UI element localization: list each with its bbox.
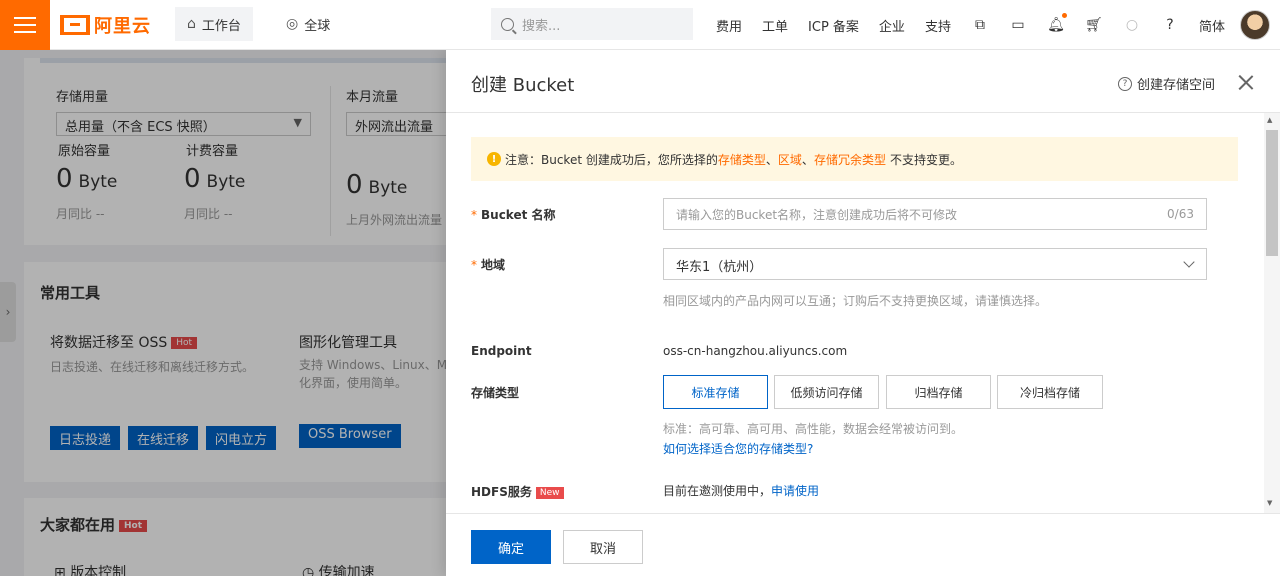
search-input[interactable]: 搜索... — [491, 8, 693, 40]
bucket-name-label: * Bucket 名称 — [471, 208, 556, 222]
warning-icon: ! — [487, 152, 501, 166]
workbench-button[interactable]: ⌂ 工作台 — [175, 7, 253, 41]
notice-separator: 、 — [801, 152, 814, 167]
hdfs-apply-link[interactable]: 申请使用 — [771, 484, 819, 498]
create-bucket-drawer: 创建 Bucket ? 创建存储空间 ! 注意：Bucket 创建成功后，您所选… — [446, 50, 1280, 576]
support-link[interactable]: 支持 — [925, 16, 951, 35]
logo-mark-icon — [60, 15, 90, 35]
drawer-header: 创建 Bucket ? 创建存储空间 — [446, 50, 1280, 113]
notice-prefix: 注意：Bucket 创建成功后，您所选择的 — [505, 152, 718, 167]
storage-type-hint: 标准：高可靠、高可用、高性能，数据会经常被访问到。 — [663, 422, 964, 436]
notice-banner: ! 注意：Bucket 创建成功后，您所选择的 存储类型 、 区域 、 存储冗余… — [471, 137, 1238, 181]
notice-separator: 、 — [765, 152, 778, 167]
storage-type-label: 存储类型 — [471, 386, 520, 400]
storage-type-standard[interactable]: 标准存储 — [663, 375, 768, 409]
notice-storage-type: 存储类型 — [717, 152, 766, 167]
new-badge: New — [535, 486, 564, 499]
scrollbar-thumb[interactable] — [1266, 130, 1278, 256]
notice-suffix: 不支持变更。 — [889, 152, 962, 167]
region-value: 华东1（杭州） — [676, 260, 763, 275]
top-links: 费用 工单 ICP 备案 企业 支持 ⧉ ▭ 🔔︎ 🛒︎ ○ ? 简体 — [716, 0, 1245, 50]
workbench-label: 工作台 — [201, 18, 241, 34]
global-button[interactable]: ◎ 全球 — [274, 7, 342, 41]
home-icon: ⌂ — [187, 16, 196, 32]
avatar[interactable] — [1240, 10, 1270, 40]
help-link-label: 创建存储空间 — [1137, 78, 1216, 93]
storage-type-ia[interactable]: 低频访问存储 — [774, 375, 879, 409]
notification-dot — [1061, 13, 1067, 18]
logo-text: 阿里云 — [94, 16, 151, 37]
help-icon[interactable]: ? — [1161, 16, 1179, 34]
bulb-icon[interactable]: ○ — [1123, 16, 1141, 34]
close-icon[interactable] — [1238, 74, 1254, 90]
chevron-down-icon — [1183, 256, 1195, 268]
terminal-icon[interactable]: ▭ — [1009, 16, 1027, 34]
region-hint: 相同区域内的产品内网可以互通；订购后不支持更换区域，请谨慎选择。 — [663, 294, 1048, 308]
aliyun-logo[interactable]: 阿里云 — [60, 12, 151, 38]
question-icon: ? — [1118, 76, 1132, 91]
tickets-link[interactable]: 工单 — [762, 16, 788, 35]
storage-type-help-link[interactable]: 如何选择适合您的存储类型? — [663, 440, 813, 457]
notice-region: 区域 — [777, 152, 802, 167]
fees-link[interactable]: 费用 — [716, 16, 742, 35]
storage-type-archive[interactable]: 归档存储 — [886, 375, 991, 409]
region-label: * 地域 — [471, 258, 506, 272]
hdfs-status: 目前在邀测使用中，申请使用 — [663, 484, 820, 498]
endpoint-label: Endpoint — [471, 344, 532, 358]
scroll-up-icon[interactable]: ▲ — [1267, 116, 1272, 124]
app-icon[interactable]: ⧉ — [971, 16, 989, 34]
bucket-name-counter: 0/63 — [1167, 207, 1194, 221]
scroll-down-icon[interactable]: ▼ — [1267, 499, 1272, 507]
hdfs-label: HDFS服务 New — [471, 483, 564, 500]
drawer-footer: 确定 取消 — [446, 513, 1280, 576]
menu-icon[interactable] — [0, 0, 50, 50]
search-icon — [501, 17, 514, 31]
confirm-button[interactable]: 确定 — [471, 530, 551, 564]
cart-icon[interactable]: 🛒︎ — [1085, 16, 1103, 34]
search-placeholder: 搜索... — [522, 18, 561, 34]
global-label: 全球 — [304, 18, 331, 34]
modal-overlay[interactable] — [0, 50, 446, 576]
region-select[interactable]: 华东1（杭州） — [663, 248, 1207, 280]
icp-link[interactable]: ICP 备案 — [808, 16, 859, 35]
cancel-button[interactable]: 取消 — [563, 530, 643, 564]
create-storage-help-link[interactable]: ? 创建存储空间 — [1118, 74, 1215, 93]
language-switch[interactable]: 简体 — [1199, 16, 1225, 35]
bucket-name-input[interactable]: 请输入您的Bucket名称，注意创建成功后将不可修改 0/63 — [663, 198, 1207, 230]
drawer-title: 创建 Bucket — [471, 75, 575, 96]
bell-icon[interactable]: 🔔︎ — [1047, 13, 1067, 34]
top-nav: 阿里云 ⌂ 工作台 ◎ 全球 搜索... 费用 工单 ICP 备案 企业 支持 … — [0, 0, 1280, 50]
globe-icon: ◎ — [286, 16, 299, 32]
enterprise-link[interactable]: 企业 — [879, 16, 905, 35]
notice-redundancy: 存储冗余类型 — [813, 152, 886, 167]
storage-type-cold-archive[interactable]: 冷归档存储 — [997, 375, 1103, 409]
endpoint-value: oss-cn-hangzhou.aliyuncs.com — [663, 344, 848, 358]
bucket-name-placeholder: 请输入您的Bucket名称，注意创建成功后将不可修改 — [676, 208, 958, 222]
